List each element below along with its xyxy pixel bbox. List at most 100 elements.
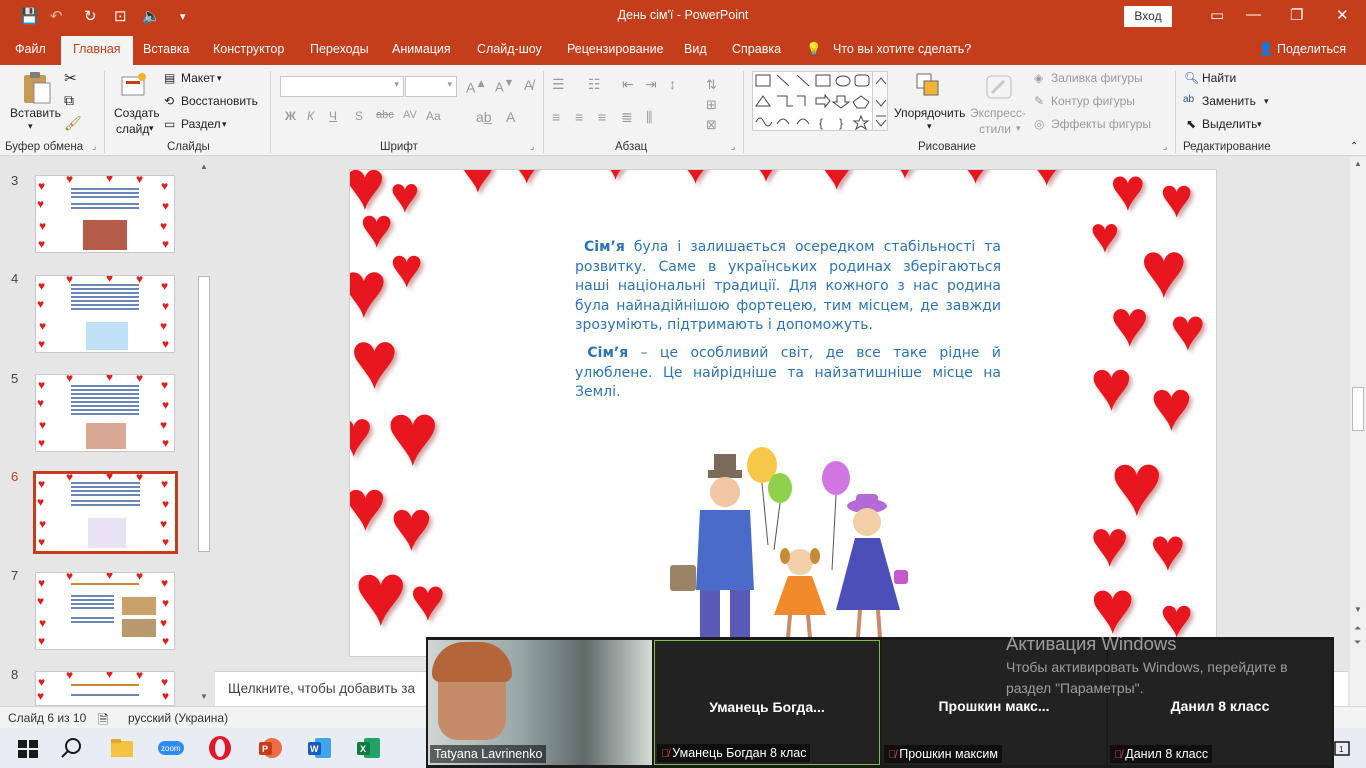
thumbnails-scroll-thumb[interactable]	[198, 276, 210, 552]
replace-dropdown-icon[interactable]: ▾	[1264, 96, 1269, 107]
shape-outline-button[interactable]: Контур фигуры	[1051, 94, 1135, 108]
sign-in-button[interactable]: Вход	[1124, 6, 1172, 27]
tab-review[interactable]: Рецензирование	[567, 42, 664, 56]
slide-thumbnail-4[interactable]: ♥ ♥ ♥ ♥ ♥ ♥ ♥ ♥ ♥ ♥ ♥	[35, 275, 175, 353]
quick-styles-icon[interactable]	[984, 71, 1014, 101]
paste-dropdown-icon[interactable]: ▾	[28, 121, 33, 132]
section-dropdown-icon[interactable]: ▾	[222, 119, 227, 130]
change-case-button[interactable]: Aa	[426, 109, 441, 123]
justify-icon[interactable]: ≣	[621, 109, 633, 126]
slide-thumbnail-3[interactable]: ♥ ♥ ♥ ♥ ♥ ♥ ♥ ♥ ♥ ♥ ♥	[35, 175, 175, 253]
align-center-icon[interactable]: ≡	[575, 109, 583, 125]
new-slide-dropdown-icon[interactable]: ▾	[149, 123, 154, 134]
quick-styles-dropdown-icon[interactable]: ▾	[1016, 123, 1021, 134]
layout-dropdown-icon[interactable]: ▾	[217, 73, 222, 84]
drawing-launcher-icon[interactable]: ⌟	[1163, 141, 1167, 152]
tab-home[interactable]: Главная	[61, 36, 133, 65]
slide-canvas[interactable]: ♥ ♥ ♥ ♥ ♥ ♥ ♥ ♥ ♥ ♥ ♥ ♥ ♥ ♥ ♥ ♥ ♥ ♥ ♥ ♥ …	[349, 169, 1217, 657]
tab-insert[interactable]: Вставка	[143, 42, 189, 56]
ribbon-display-icon[interactable]: ▭	[1210, 6, 1224, 24]
numbering-icon[interactable]: ☷	[588, 76, 601, 93]
layout-button[interactable]: Макет	[181, 71, 215, 85]
select-dropdown-icon[interactable]: ▾	[1257, 119, 1262, 130]
search-icon[interactable]	[58, 734, 86, 762]
font-launcher-icon[interactable]: ⌟	[530, 141, 534, 152]
find-button[interactable]: Найти	[1202, 71, 1236, 85]
clipboard-launcher-icon[interactable]: ⌟	[92, 141, 96, 152]
tab-slideshow[interactable]: Слайд-шоу	[477, 42, 542, 56]
shadow-button[interactable]: S	[355, 109, 363, 123]
excel-icon[interactable]: X	[354, 734, 382, 762]
slide-thumbnail-5[interactable]: ♥ ♥ ♥ ♥ ♥ ♥ ♥ ♥ ♥ ♥ ♥	[35, 374, 175, 452]
underline-button[interactable]: Ч	[329, 109, 337, 123]
arrange-icon[interactable]	[914, 71, 944, 101]
reset-button[interactable]: Восстановить	[181, 94, 258, 108]
language-indicator[interactable]: русский (Украина)	[128, 711, 228, 725]
select-button[interactable]: Выделить	[1202, 117, 1257, 131]
close-button[interactable]: ✕	[1336, 6, 1349, 24]
bold-button[interactable]: Ж	[285, 109, 296, 123]
line-spacing-icon[interactable]: ↕	[669, 76, 676, 92]
text-direction-icon[interactable]: ⇅	[706, 77, 717, 93]
participant-tile[interactable]: Уманець Богда... 🎙̸ Уманець Богдан 8 клас	[654, 640, 880, 765]
arrange-button[interactable]: Упорядочить	[894, 106, 965, 120]
decrease-indent-icon[interactable]: ⇤	[622, 76, 634, 93]
tab-animations[interactable]: Анимация	[392, 42, 451, 56]
new-slide-icon[interactable]	[120, 71, 150, 101]
arrange-dropdown-icon[interactable]: ▾	[927, 121, 932, 132]
columns-icon[interactable]: ⫼	[646, 109, 652, 126]
tab-file[interactable]: Файл	[15, 42, 46, 56]
editor-scrollbar[interactable]: ▲ ▼ ⏶ ⏷	[1350, 157, 1366, 706]
paste-icon[interactable]	[20, 71, 52, 107]
maximize-button[interactable]: ❐	[1290, 6, 1303, 24]
quick-styles-label[interactable]: Экспресс-	[970, 106, 1026, 120]
strikethrough-button[interactable]: abc	[376, 109, 394, 121]
paste-button[interactable]: Вставить	[10, 106, 61, 120]
slide-thumbnail-8[interactable]: ♥ ♥ ♥ ♥ ♥ ♥ ♥	[35, 671, 175, 706]
slide-thumbnail-7[interactable]: ♥ ♥ ♥ ♥ ♥ ♥ ♥ ♥ ♥ ♥ ♥	[35, 572, 175, 650]
char-spacing-button[interactable]: AV	[403, 109, 417, 121]
font-size-combo[interactable]: ▾	[405, 76, 457, 97]
format-painter-icon[interactable]: 🖌	[64, 115, 82, 132]
tab-help[interactable]: Справка	[732, 42, 781, 56]
word-icon[interactable]: W	[305, 734, 333, 762]
increase-indent-icon[interactable]: ⇥	[645, 76, 657, 93]
shapes-gallery[interactable]: {}	[752, 71, 888, 131]
previous-slide-icon[interactable]: ⏶	[1354, 623, 1361, 634]
minimize-button[interactable]: —	[1246, 6, 1261, 23]
font-family-combo[interactable]: ▾	[280, 76, 404, 97]
share-button[interactable]: Поделиться	[1277, 42, 1346, 56]
cut-icon[interactable]: ✂	[64, 69, 77, 87]
tell-me-search[interactable]: Что вы хотите сделать?	[833, 42, 971, 56]
increase-font-icon[interactable]: A▲	[466, 77, 487, 96]
bullets-icon[interactable]: ☰	[552, 76, 565, 93]
copy-icon[interactable]: ⧉	[64, 92, 74, 109]
quick-styles-label-2[interactable]: стили	[979, 122, 1011, 136]
align-text-icon[interactable]: ⊞	[706, 97, 717, 113]
opera-icon[interactable]	[206, 734, 234, 762]
editor-scroll-thumb[interactable]	[1352, 387, 1364, 431]
participant-tile-self[interactable]: Tatyana Lavrinenko	[428, 640, 652, 765]
tab-view[interactable]: Вид	[684, 42, 707, 56]
new-slide-label-2[interactable]: слайд	[116, 122, 149, 136]
windows-start-icon[interactable]	[14, 734, 42, 762]
decrease-font-icon[interactable]: A▼	[495, 77, 514, 94]
smartart-icon[interactable]: ⊠	[706, 117, 717, 133]
section-button[interactable]: Раздел	[181, 117, 221, 131]
shape-effects-button[interactable]: Эффекты фигуры	[1051, 117, 1151, 131]
align-right-icon[interactable]: ≡	[598, 109, 606, 125]
italic-button[interactable]: К	[307, 109, 314, 123]
slide-thumbnail-6[interactable]: ♥ ♥ ♥ ♥ ♥ ♥ ♥ ♥ ♥ ♥ ♥	[33, 471, 178, 554]
align-left-icon[interactable]: ≡	[552, 109, 560, 125]
highlight-icon[interactable]: ab̲	[476, 109, 492, 125]
paragraph-launcher-icon[interactable]: ⌟	[731, 141, 735, 152]
font-color-button[interactable]: A	[506, 109, 515, 125]
powerpoint-icon[interactable]: P	[256, 734, 284, 762]
replace-button[interactable]: Заменить	[1202, 94, 1256, 108]
shape-fill-button[interactable]: Заливка фигуры	[1051, 71, 1143, 85]
tab-design[interactable]: Конструктор	[213, 42, 284, 56]
next-slide-icon[interactable]: ⏷	[1354, 637, 1361, 648]
collapse-ribbon-icon[interactable]: ⌃	[1350, 141, 1358, 152]
thumbnails-scrollbar[interactable]: ▲ ▼	[197, 160, 211, 704]
slide-text-box[interactable]: Сім’я була і залишається осередком стабі…	[575, 238, 1001, 411]
